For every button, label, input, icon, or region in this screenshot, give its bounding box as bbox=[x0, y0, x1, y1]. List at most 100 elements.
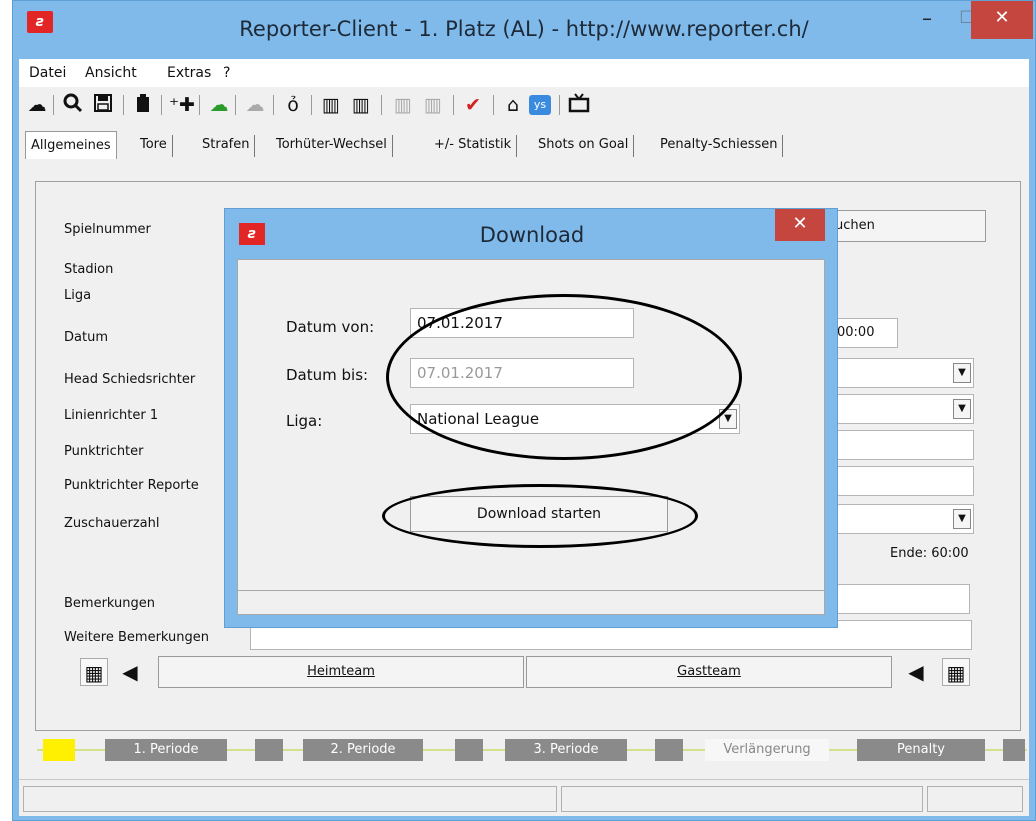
guest-sound-icon[interactable]: ◀ bbox=[902, 658, 930, 686]
liga-select[interactable]: National League ▼ bbox=[410, 404, 740, 434]
label-stadion: Stadion bbox=[64, 262, 114, 277]
dialog-status-bar bbox=[238, 590, 824, 614]
menu-bar: Datei Ansicht Extras ? bbox=[19, 59, 1029, 87]
download-dialog: ƨ Download ✕ Datum von: 07.01.2017 Datum… bbox=[224, 208, 838, 628]
tab-torhueter-wechsel[interactable]: Torhüter-Wechsel bbox=[271, 135, 393, 157]
period-3[interactable]: 3. Periode bbox=[505, 739, 627, 761]
toolbar-separator bbox=[273, 95, 274, 115]
status-cell bbox=[23, 786, 557, 812]
menu-datei[interactable]: Datei bbox=[29, 65, 66, 81]
label-weitere-bemerkungen: Weitere Bemerkungen bbox=[64, 630, 210, 645]
period-marker[interactable] bbox=[1003, 739, 1025, 761]
title-bar[interactable]: ƨ Reporter-Client - 1. Platz (AL) - http… bbox=[13, 1, 1035, 59]
ende-label: Ende: 60:00 bbox=[890, 546, 969, 561]
team-icon[interactable]: ▥ bbox=[319, 93, 343, 117]
toolbar-separator bbox=[53, 95, 54, 115]
tab-strafen[interactable]: Strafen bbox=[197, 135, 256, 157]
check-icon[interactable]: ✔ bbox=[461, 93, 485, 117]
toolbar: ☁ ⁺✚ ☁ ☁ ỏ ▥ ▥ ▥ ▥ ✔ ⌂ ys bbox=[19, 87, 1029, 123]
datum-von-label: Datum von: bbox=[286, 318, 375, 336]
period-marker[interactable] bbox=[455, 739, 483, 761]
toolbar-separator bbox=[381, 95, 382, 115]
ys-icon[interactable]: ys bbox=[529, 95, 551, 115]
cloud-upload-icon[interactable]: ☁ bbox=[207, 93, 231, 117]
toolbar-separator bbox=[235, 95, 236, 115]
dialog-close-button[interactable]: ✕ bbox=[775, 209, 825, 241]
download-starten-button[interactable]: Download starten bbox=[410, 496, 668, 532]
toolbar-separator bbox=[559, 95, 560, 115]
toolbar-separator bbox=[453, 95, 454, 115]
label-head-schiedsrichter: Head Schiedsrichter bbox=[64, 372, 196, 387]
period-2[interactable]: 2. Periode bbox=[303, 739, 423, 761]
status-bar bbox=[19, 779, 1029, 816]
suchen-button[interactable]: uchen bbox=[830, 210, 986, 242]
heimteam-button[interactable]: Heimteam bbox=[158, 656, 524, 688]
tab-tore[interactable]: Tore bbox=[135, 135, 173, 157]
label-punktrichter: Punktrichter bbox=[64, 444, 144, 459]
datum-bis-field[interactable]: 07.01.2017 bbox=[410, 358, 634, 388]
datum-von-field[interactable]: 07.01.2017 bbox=[410, 308, 634, 338]
toolbar-separator bbox=[493, 95, 494, 115]
liga-selected-value: National League bbox=[417, 410, 540, 428]
tab-allgemeines[interactable]: Allgemeines bbox=[25, 131, 117, 159]
zuschauerzahl-select[interactable]: ▼ bbox=[830, 504, 974, 534]
period-marker[interactable] bbox=[255, 739, 283, 761]
guest-lineup-icon[interactable]: ▦ bbox=[942, 658, 970, 686]
period-marker-active[interactable] bbox=[43, 739, 75, 761]
gastteam-button[interactable]: Gastteam bbox=[526, 656, 892, 688]
period-overtime[interactable]: Verlängerung bbox=[705, 739, 829, 761]
label-linienrichter: Linienrichter 1 bbox=[64, 408, 159, 423]
label-punktrichter-reporter: Punktrichter Reporte bbox=[64, 478, 199, 493]
toolbar-separator bbox=[199, 95, 200, 115]
chevron-down-icon[interactable]: ▼ bbox=[953, 509, 971, 529]
tab-penalty-schiessen[interactable]: Penalty-Schiessen bbox=[655, 135, 784, 157]
label-datum: Datum bbox=[64, 330, 108, 345]
punktrichter-field[interactable] bbox=[830, 430, 974, 460]
period-timeline: 1. Periode 2. Periode 3. Periode Verläng… bbox=[37, 739, 1027, 761]
menu-extras[interactable]: Extras bbox=[167, 65, 211, 81]
dialog-title: Download bbox=[479, 223, 585, 247]
menu-ansicht[interactable]: Ansicht bbox=[85, 65, 137, 81]
stopwatch-icon[interactable]: ỏ bbox=[281, 93, 305, 117]
punktrichter-reporter-field[interactable] bbox=[830, 466, 974, 496]
window-title: Reporter-Client - 1. Platz (AL) - http:/… bbox=[239, 17, 809, 41]
search-icon[interactable] bbox=[61, 93, 85, 117]
liga-label: Liga: bbox=[286, 412, 323, 430]
period-penalty[interactable]: Penalty bbox=[857, 739, 985, 761]
dialog-body: Datum von: 07.01.2017 Datum bis: 07.01.2… bbox=[237, 259, 825, 615]
chevron-down-icon[interactable]: ▼ bbox=[719, 409, 737, 429]
bemerkungen-field[interactable] bbox=[830, 584, 970, 614]
tab-plus-minus-statistik[interactable]: +/- Statistik bbox=[429, 135, 518, 157]
team-disabled-icon: ▥ bbox=[394, 94, 412, 116]
label-liga: Liga bbox=[64, 288, 92, 303]
datum-bis-label: Datum bis: bbox=[286, 366, 369, 384]
period-marker[interactable] bbox=[655, 739, 683, 761]
add-person-icon[interactable]: ⁺✚ bbox=[169, 93, 195, 117]
chevron-down-icon[interactable]: ▼ bbox=[953, 363, 971, 383]
menu-help[interactable]: ? bbox=[223, 65, 230, 81]
team-alt-disabled-icon: ▥ bbox=[424, 94, 442, 116]
home-sound-icon[interactable]: ◀ bbox=[116, 658, 144, 686]
time-field[interactable]: 00:00 bbox=[830, 318, 898, 348]
toolbar-separator bbox=[123, 95, 124, 115]
period-1[interactable]: 1. Periode bbox=[105, 739, 227, 761]
cloud-download-icon[interactable]: ☁ bbox=[25, 93, 49, 117]
toolbar-separator bbox=[161, 95, 162, 115]
save-icon[interactable] bbox=[91, 93, 115, 117]
status-cell bbox=[561, 786, 923, 812]
team-alt-icon[interactable]: ▥ bbox=[349, 93, 373, 117]
head-schiedsrichter-select[interactable]: ▼ bbox=[830, 358, 974, 388]
status-cell bbox=[927, 786, 1023, 812]
tv-icon[interactable] bbox=[567, 93, 591, 117]
home-icon[interactable]: ⌂ bbox=[501, 93, 525, 117]
home-lineup-icon[interactable]: ▦ bbox=[80, 658, 108, 686]
toolbar-separator bbox=[311, 95, 312, 115]
label-spielnummer: Spielnummer bbox=[64, 222, 151, 237]
linienrichter-select[interactable]: ▼ bbox=[830, 394, 974, 424]
cloud-disabled-icon: ☁ bbox=[245, 94, 265, 116]
tab-shots-on-goal[interactable]: Shots on Goal bbox=[533, 135, 635, 157]
tab-strip: Allgemeines Tore Strafen Torhüter-Wechse… bbox=[19, 131, 1029, 159]
chevron-down-icon[interactable]: ▼ bbox=[953, 399, 971, 419]
clipboard-icon[interactable] bbox=[131, 93, 155, 117]
close-button[interactable]: ✕ bbox=[971, 1, 1033, 39]
